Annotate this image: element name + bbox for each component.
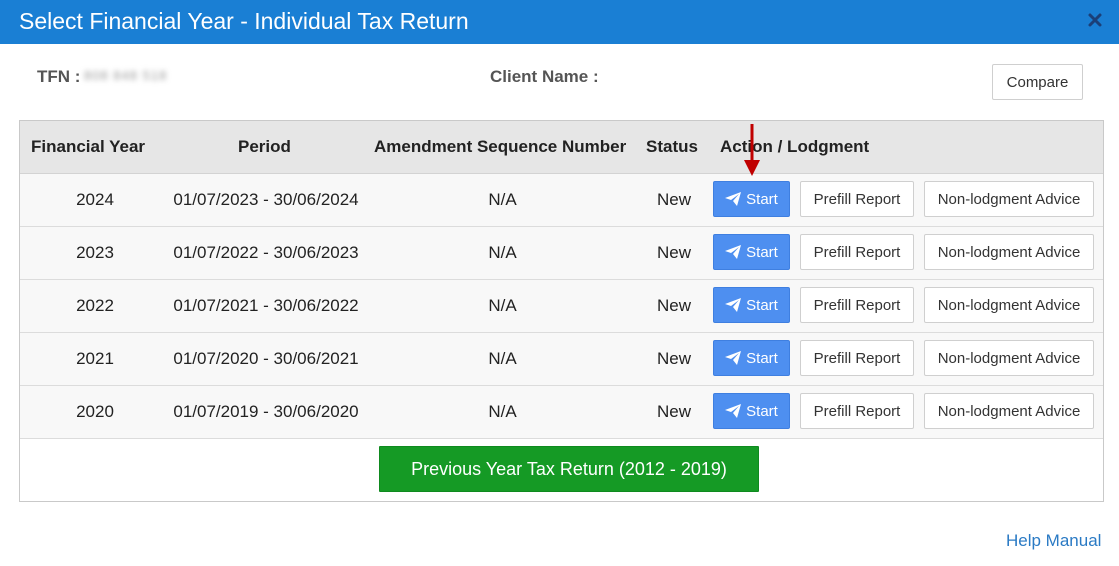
non-lodgment-advice-button[interactable]: Non-lodgment Advice	[924, 393, 1094, 429]
previous-year-tax-return-button[interactable]: Previous Year Tax Return (2012 - 2019)	[379, 446, 759, 492]
start-button[interactable]: Start	[713, 287, 790, 323]
cell-amendment: N/A	[488, 349, 517, 368]
start-button[interactable]: Start	[713, 181, 790, 217]
start-button[interactable]: Start	[713, 393, 790, 429]
cell-period: 01/07/2019 - 30/06/2020	[173, 402, 359, 421]
paper-plane-icon	[725, 192, 742, 206]
prefill-report-button[interactable]: Prefill Report	[800, 393, 914, 429]
non-lodgment-advice-button[interactable]: Non-lodgment Advice	[924, 234, 1094, 270]
header-amendment-sequence: Amendment Sequence Number	[374, 137, 627, 156]
financial-year-table: Financial Year Period Amendment Sequence…	[19, 120, 1104, 502]
prefill-report-button[interactable]: Prefill Report	[800, 340, 914, 376]
start-button[interactable]: Start	[713, 234, 790, 270]
dialog-titlebar: Select Financial Year - Individual Tax R…	[0, 0, 1119, 44]
close-icon[interactable]	[1085, 10, 1105, 30]
prefill-report-button[interactable]: Prefill Report	[800, 181, 914, 217]
table-row: 2020 01/07/2019 - 30/06/2020 N/A New Sta…	[20, 386, 1103, 439]
start-label: Start	[746, 349, 778, 367]
table-row: 2024 01/07/2023 - 30/06/2024 N/A New Sta…	[20, 174, 1103, 227]
cell-year: 2024	[76, 190, 114, 209]
cell-amendment: N/A	[488, 190, 517, 209]
cell-period: 01/07/2023 - 30/06/2024	[173, 190, 359, 209]
start-label: Start	[746, 296, 778, 314]
cell-period: 01/07/2020 - 30/06/2021	[173, 349, 359, 368]
cell-year: 2023	[76, 243, 114, 262]
cell-amendment: N/A	[488, 296, 517, 315]
cell-status: New	[656, 296, 691, 315]
table-row: 2022 01/07/2021 - 30/06/2022 N/A New Sta…	[20, 280, 1103, 333]
cell-amendment: N/A	[488, 402, 517, 421]
cell-status: New	[656, 243, 691, 262]
cell-status: New	[656, 349, 691, 368]
cell-year: 2020	[76, 402, 114, 421]
dialog-title: Select Financial Year - Individual Tax R…	[19, 8, 469, 34]
header-status: Status	[646, 137, 698, 156]
start-label: Start	[746, 190, 778, 208]
prefill-report-button[interactable]: Prefill Report	[800, 287, 914, 323]
annotation-arrow-icon	[744, 124, 760, 176]
table-row: 2021 01/07/2020 - 30/06/2021 N/A New Sta…	[20, 333, 1103, 386]
header-period: Period	[238, 137, 291, 156]
paper-plane-icon	[725, 404, 742, 418]
start-label: Start	[746, 243, 778, 261]
tfn-label: TFN :	[37, 67, 81, 86]
cell-period: 01/07/2022 - 30/06/2023	[173, 243, 359, 262]
start-label: Start	[746, 402, 778, 420]
cell-year: 2022	[76, 296, 114, 315]
cell-status: New	[656, 190, 691, 209]
non-lodgment-advice-button[interactable]: Non-lodgment Advice	[924, 287, 1094, 323]
table-row: 2023 01/07/2022 - 30/06/2023 N/A New Sta…	[20, 227, 1103, 280]
non-lodgment-advice-button[interactable]: Non-lodgment Advice	[924, 181, 1094, 217]
header-financial-year: Financial Year	[31, 137, 146, 156]
paper-plane-icon	[725, 298, 742, 312]
table-header: Financial Year Period Amendment Sequence…	[20, 121, 1103, 174]
paper-plane-icon	[725, 245, 742, 259]
prefill-report-button[interactable]: Prefill Report	[800, 234, 914, 270]
cell-status: New	[656, 402, 691, 421]
help-manual-link[interactable]: Help Manual	[1006, 531, 1101, 551]
compare-button[interactable]: Compare	[992, 64, 1083, 100]
start-button[interactable]: Start	[713, 340, 790, 376]
cell-period: 01/07/2021 - 30/06/2022	[173, 296, 359, 315]
cell-amendment: N/A	[488, 243, 517, 262]
tfn-value-blurred: 808 848 518	[84, 68, 168, 83]
client-name-label: Client Name :	[490, 67, 599, 86]
cell-year: 2021	[76, 349, 114, 368]
paper-plane-icon	[725, 351, 742, 365]
non-lodgment-advice-button[interactable]: Non-lodgment Advice	[924, 340, 1094, 376]
